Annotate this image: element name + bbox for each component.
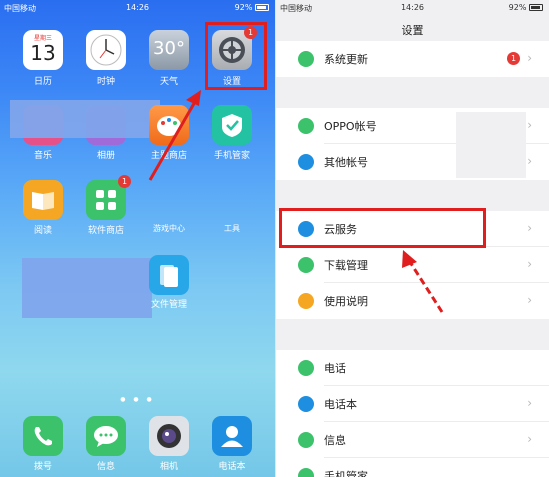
home-screen: 中国移动 14:26 92% 星期三 13 日历 时钟 30° 天气 1 设置 … — [0, 0, 275, 477]
settings-screen: 中国移动 14:26 92% 设置 系统更新 1 › OPPO帐号 › 其他帐号… — [275, 0, 549, 477]
screenshot-composite: 中国移动 14:26 92% 星期三 13 日历 时钟 30° 天气 1 设置 … — [0, 0, 549, 477]
arrow-annotation — [402, 250, 444, 313]
arrow-annotation — [148, 90, 201, 181]
